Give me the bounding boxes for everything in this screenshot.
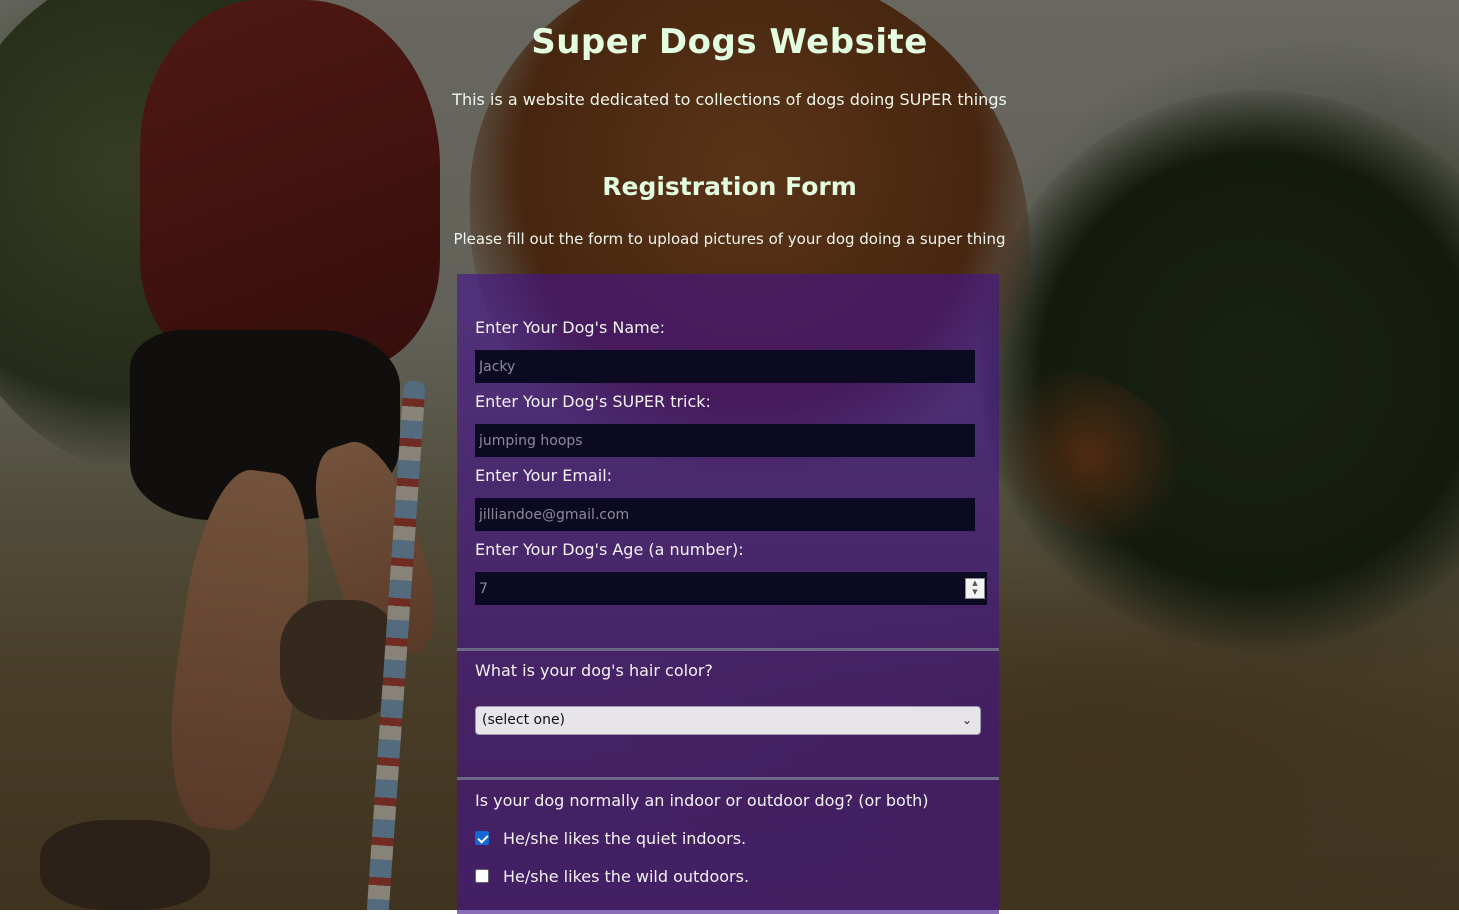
hair-color-select[interactable]: (select one) ⌄ <box>475 706 981 735</box>
registration-form: Enter Your Dog's Name: Enter Your Dog's … <box>457 274 999 914</box>
form-title: Registration Form <box>602 172 857 201</box>
indoors-label[interactable]: He/she likes the quiet indoors. <box>503 829 746 848</box>
outdoors-label[interactable]: He/she likes the wild outdoors. <box>503 867 749 886</box>
form-description: Please fill out the form to upload pictu… <box>453 230 1006 248</box>
dog-name-label: Enter Your Dog's Name: <box>475 318 665 337</box>
chevron-down-icon[interactable]: ▼ <box>966 588 984 597</box>
site-title: Super Dogs Website <box>531 22 928 62</box>
email-label: Enter Your Email: <box>475 466 613 485</box>
dog-age-input[interactable] <box>475 572 987 605</box>
hair-color-select-value: (select one) <box>482 712 566 728</box>
outdoors-checkbox[interactable] <box>475 869 489 883</box>
email-input[interactable] <box>475 498 975 531</box>
dog-age-field: ▲ ▼ <box>475 572 987 605</box>
chevron-down-icon: ⌄ <box>961 713 972 727</box>
dog-trick-input[interactable] <box>475 424 975 457</box>
chevron-up-icon[interactable]: ▲ <box>966 579 984 588</box>
site-description: This is a website dedicated to collectio… <box>452 90 1007 109</box>
section-divider <box>457 777 999 780</box>
dog-trick-label: Enter Your Dog's SUPER trick: <box>475 392 711 411</box>
page-content: Super Dogs Website This is a website ded… <box>0 0 1459 914</box>
hair-color-question: What is your dog's hair color? <box>475 661 713 680</box>
environment-question: Is your dog normally an indoor or outdoo… <box>475 791 929 810</box>
age-spinner[interactable]: ▲ ▼ <box>965 578 985 599</box>
section-divider <box>457 648 999 651</box>
dog-name-input[interactable] <box>475 350 975 383</box>
dog-age-label: Enter Your Dog's Age (a number): <box>475 540 744 559</box>
indoors-checkbox[interactable] <box>475 831 489 845</box>
